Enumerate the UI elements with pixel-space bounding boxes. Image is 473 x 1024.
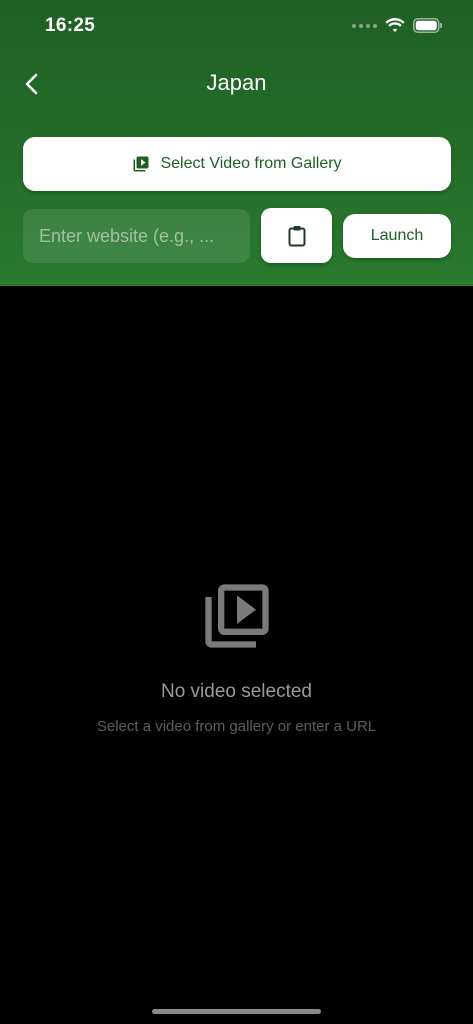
page-title: Japan xyxy=(206,70,267,95)
status-time: 16:25 xyxy=(45,15,96,36)
empty-state-subtitle: Select a video from gallery or enter a U… xyxy=(96,718,377,735)
clipboard-icon xyxy=(288,225,305,246)
cellular-signal-icon xyxy=(352,23,377,28)
status-icons xyxy=(352,18,443,33)
video-library-icon xyxy=(133,156,149,172)
gallery-button-label: Select Video from Gallery xyxy=(160,155,342,172)
home-indicator[interactable] xyxy=(152,1009,321,1014)
header-panel: 16:25 Japan Select Video from Gallery En… xyxy=(0,0,473,286)
video-library-icon xyxy=(205,584,269,648)
select-video-gallery-button[interactable]: Select Video from Gallery xyxy=(23,137,451,191)
launch-button[interactable]: Launch xyxy=(343,214,451,258)
battery-icon xyxy=(413,18,442,33)
video-player-screen: 16:25 Japan Select Video from Gallery En… xyxy=(0,0,473,1024)
wifi-icon xyxy=(385,18,405,32)
paste-button[interactable] xyxy=(261,208,332,263)
empty-state-title: No video selected xyxy=(160,681,313,702)
website-url-input[interactable] xyxy=(23,209,250,263)
